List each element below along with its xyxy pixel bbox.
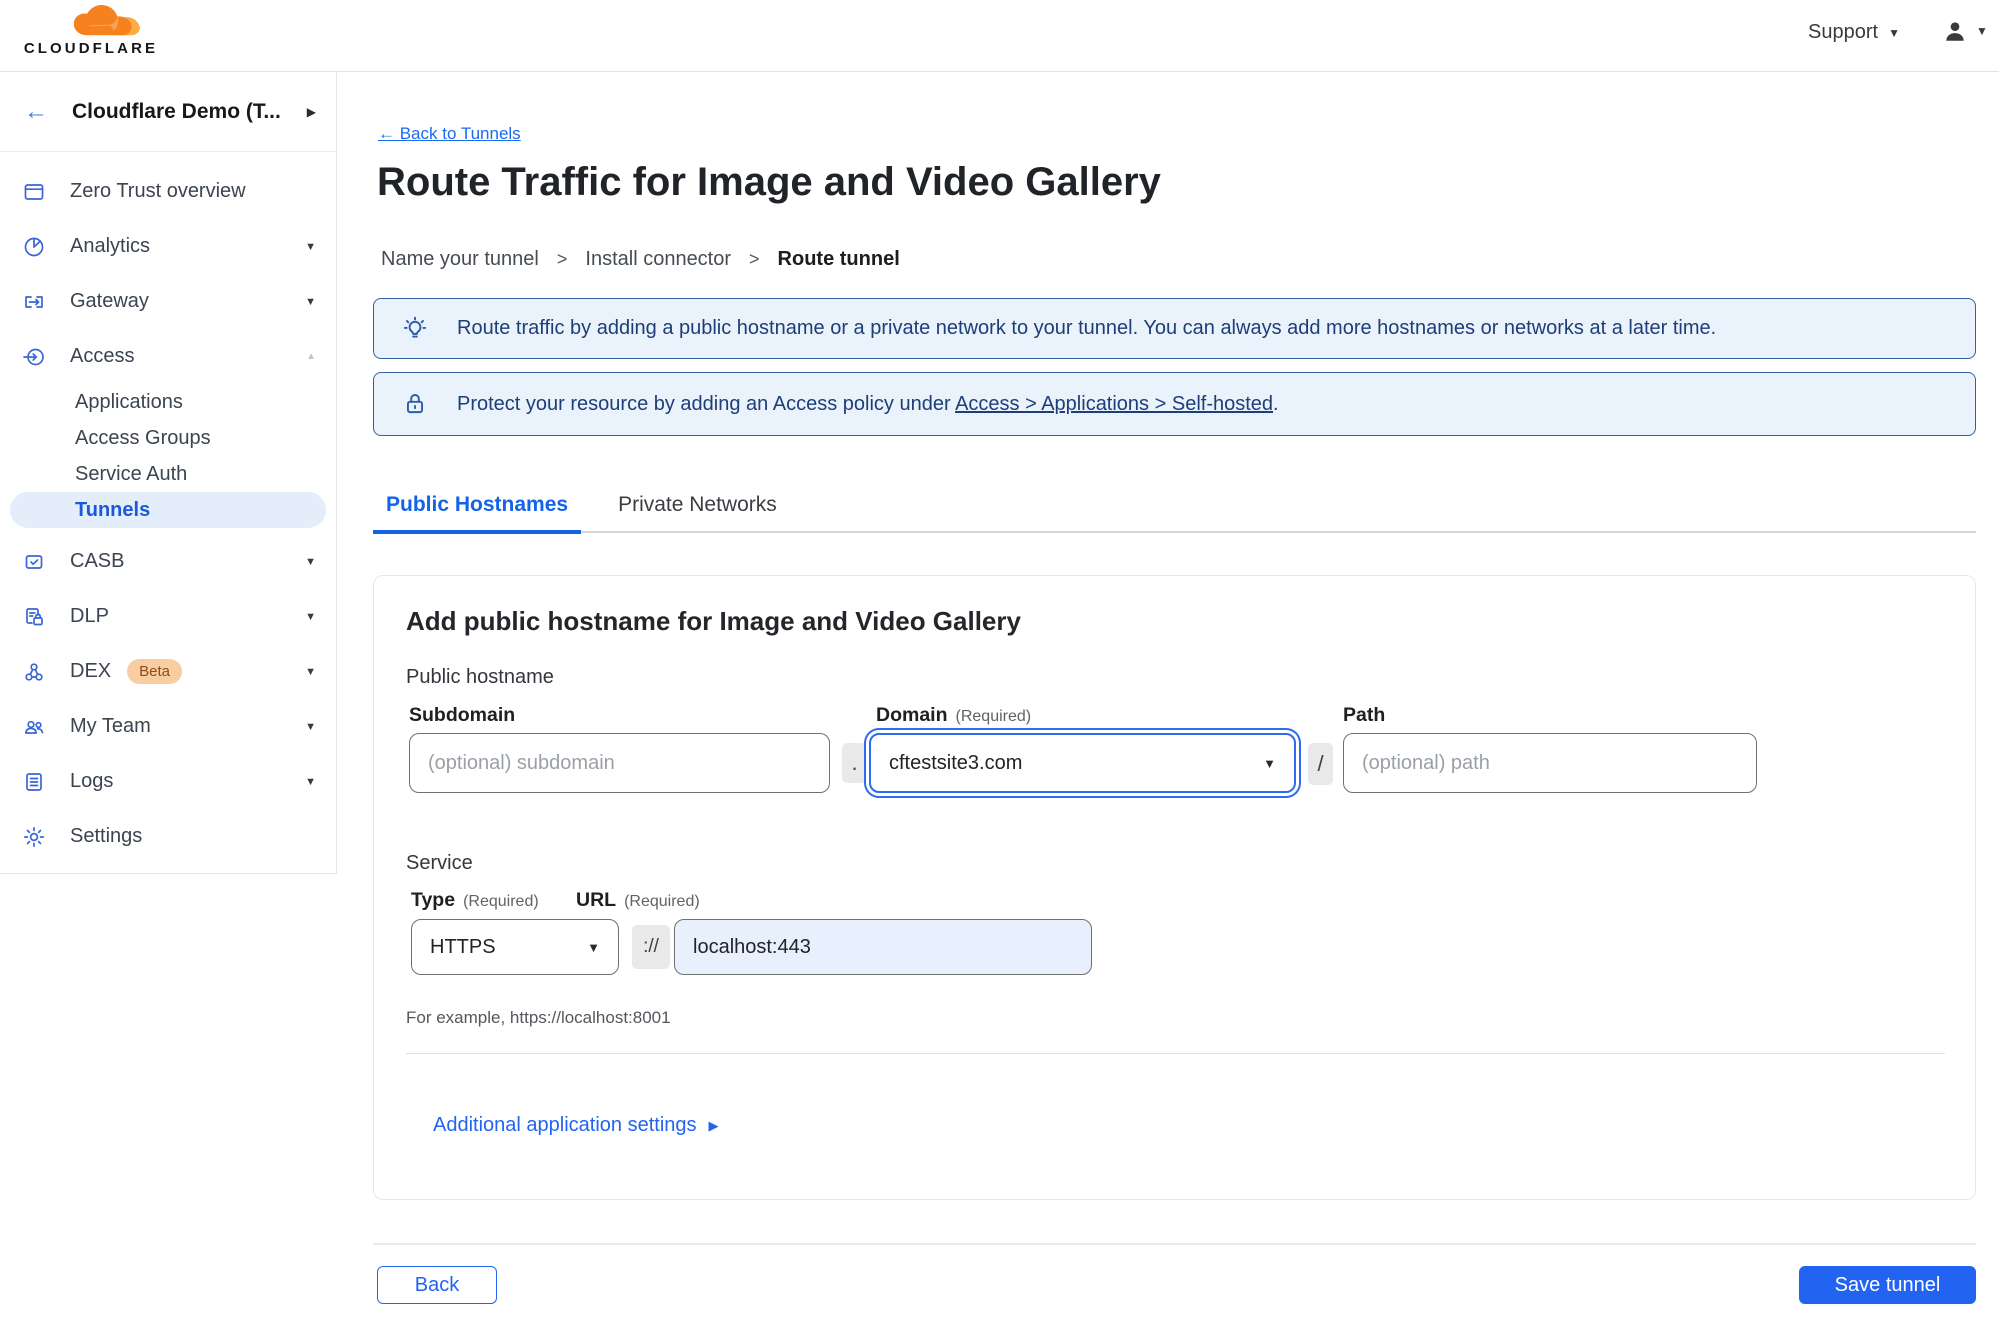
back-arrow-icon[interactable]: ←	[24, 99, 48, 124]
public-hostname-card: Add public hostname for Image and Video …	[373, 575, 1976, 1200]
access-applications-self-hosted-link[interactable]: Access > Applications > Self-hosted	[955, 393, 1273, 415]
sidebar-item-dex[interactable]: DEX Beta ▼	[0, 644, 336, 699]
sidebar: ← Cloudflare Demo (T... ▶ Zero Trust ove…	[0, 72, 337, 874]
chevron-right-icon: ▶	[306, 104, 316, 119]
banner-text: Route traffic by adding a public hostnam…	[457, 317, 1717, 339]
cloudflare-wordmark: CLOUDFLARE	[23, 40, 159, 57]
sidebar-item-access[interactable]: Access ▲	[0, 329, 336, 384]
required-hint: (Required)	[463, 893, 539, 910]
sidebar-item-dlp[interactable]: DLP ▼	[0, 589, 336, 644]
subdomain-label: Subdomain	[409, 704, 516, 726]
url-label: URL (Required)	[576, 889, 700, 911]
sidebar-item-logs[interactable]: Logs ▼	[0, 754, 336, 809]
gear-icon	[23, 826, 45, 847]
chevron-down-icon: ▼	[1976, 24, 1988, 38]
support-label: Support	[1808, 21, 1879, 43]
casb-icon	[25, 554, 43, 569]
domain-select[interactable]: cftestsite3.com ▼	[869, 733, 1296, 793]
path-label: Path	[1343, 704, 1386, 726]
sidebar-item-casb[interactable]: CASB ▼	[0, 534, 336, 589]
step-install-connector: Install connector	[585, 248, 732, 270]
chevron-up-icon: ▲	[306, 351, 316, 362]
path-input[interactable]	[1343, 733, 1757, 793]
sidebar-item-service-auth[interactable]: Service Auth	[0, 456, 336, 492]
sidebar-item-gateway[interactable]: Gateway ▼	[0, 274, 336, 329]
domain-select-value: cftestsite3.com	[889, 751, 1023, 774]
step-route-tunnel: Route tunnel	[777, 248, 900, 270]
type-select-value: HTTPS	[430, 935, 496, 958]
chevron-down-icon: ▼	[305, 720, 316, 733]
sidebar-item-my-team[interactable]: My Team ▼	[0, 699, 336, 754]
service-section-label: Service	[406, 852, 473, 874]
access-icon	[23, 348, 44, 365]
overview-icon	[24, 183, 44, 200]
chevron-down-icon: ▼	[305, 295, 316, 308]
support-menu[interactable]: Support ▼	[1808, 21, 1900, 44]
save-tunnel-button[interactable]: Save tunnel	[1799, 1266, 1976, 1304]
url-input[interactable]	[674, 919, 1092, 975]
divider	[406, 1053, 1945, 1054]
chevron-down-icon: ▼	[587, 939, 600, 955]
chevron-down-icon: ▼	[305, 240, 316, 253]
sidebar-item-access-groups[interactable]: Access Groups	[0, 420, 336, 456]
url-example-hint: For example, https://localhost:8001	[406, 1008, 671, 1027]
slash-separator: /	[1308, 743, 1333, 785]
lightbulb-icon	[403, 316, 427, 338]
sidebar-item-zero-trust-overview[interactable]: Zero Trust overview	[0, 164, 336, 219]
scheme-separator: ://	[632, 925, 670, 969]
banner-text: Protect your resource by adding an Acces…	[457, 392, 1279, 415]
main-content: ← Back to Tunnels Route Traffic for Imag…	[337, 72, 1999, 1336]
cloudflare-cloud-icon	[73, 5, 140, 36]
dex-icon	[25, 662, 43, 681]
chevron-down-icon: ▼	[1888, 25, 1900, 40]
chevron-down-icon: ▼	[305, 665, 316, 678]
account-switcher[interactable]: ← Cloudflare Demo (T... ▶	[0, 72, 336, 152]
required-hint: (Required)	[624, 893, 700, 910]
sidebar-item-tunnels[interactable]: Tunnels	[10, 492, 326, 528]
beta-badge: Beta	[127, 659, 182, 684]
subdomain-input[interactable]	[409, 733, 830, 793]
step-name-your-tunnel: Name your tunnel	[381, 248, 539, 270]
dot-separator: .	[842, 743, 867, 783]
page-title: Route Traffic for Image and Video Galler…	[377, 160, 1161, 204]
tab-public-hostnames[interactable]: Public Hostnames	[373, 483, 582, 534]
required-hint: (Required)	[955, 708, 1032, 725]
logs-icon	[26, 772, 42, 791]
dlp-icon	[26, 607, 43, 625]
step-separator: >	[749, 249, 760, 269]
sidebar-nav: Zero Trust overview Analytics ▼ Gateway …	[0, 152, 336, 864]
sidebar-item-analytics[interactable]: Analytics ▼	[0, 219, 336, 274]
breadcrumb: Name your tunnel > Install connector > R…	[381, 248, 900, 271]
info-banner-access-policy: Protect your resource by adding an Acces…	[373, 372, 1976, 436]
public-hostname-section-label: Public hostname	[406, 666, 554, 688]
user-menu[interactable]: ▼	[1942, 18, 1988, 44]
type-label: Type (Required)	[411, 889, 539, 911]
sidebar-item-applications[interactable]: Applications	[0, 384, 336, 420]
cloudflare-logo[interactable]: CLOUDFLARE	[16, 5, 166, 57]
user-icon	[1946, 22, 1964, 41]
back-button[interactable]: Back	[377, 1266, 497, 1304]
additional-settings-toggle[interactable]: Additional application settings ▶	[433, 1114, 719, 1137]
account-name: Cloudflare Demo (T...	[72, 99, 281, 123]
info-banner-route-traffic: Route traffic by adding a public hostnam…	[373, 298, 1976, 359]
analytics-icon	[24, 237, 44, 256]
gateway-icon	[25, 295, 43, 308]
chevron-down-icon: ▼	[305, 610, 316, 623]
domain-label: Domain (Required)	[876, 704, 1032, 726]
divider	[373, 1243, 1976, 1245]
chevron-down-icon: ▼	[1263, 755, 1276, 771]
chevron-right-icon: ▶	[708, 1117, 719, 1133]
tab-bar: Public Hostnames Private Networks	[373, 483, 1976, 534]
team-icon	[24, 720, 44, 734]
chevron-down-icon: ▼	[305, 555, 316, 568]
lock-icon	[406, 394, 424, 414]
card-heading: Add public hostname for Image and Video …	[406, 606, 1021, 636]
type-select[interactable]: HTTPS ▼	[411, 919, 619, 975]
top-bar: CLOUDFLARE Support ▼ ▼	[0, 0, 1999, 72]
tab-private-networks[interactable]: Private Networks	[605, 483, 790, 531]
chevron-down-icon: ▼	[305, 775, 316, 788]
back-to-tunnels-link[interactable]: ← Back to Tunnels	[378, 124, 521, 144]
sidebar-item-settings[interactable]: Settings	[0, 809, 336, 864]
step-separator: >	[556, 249, 568, 269]
